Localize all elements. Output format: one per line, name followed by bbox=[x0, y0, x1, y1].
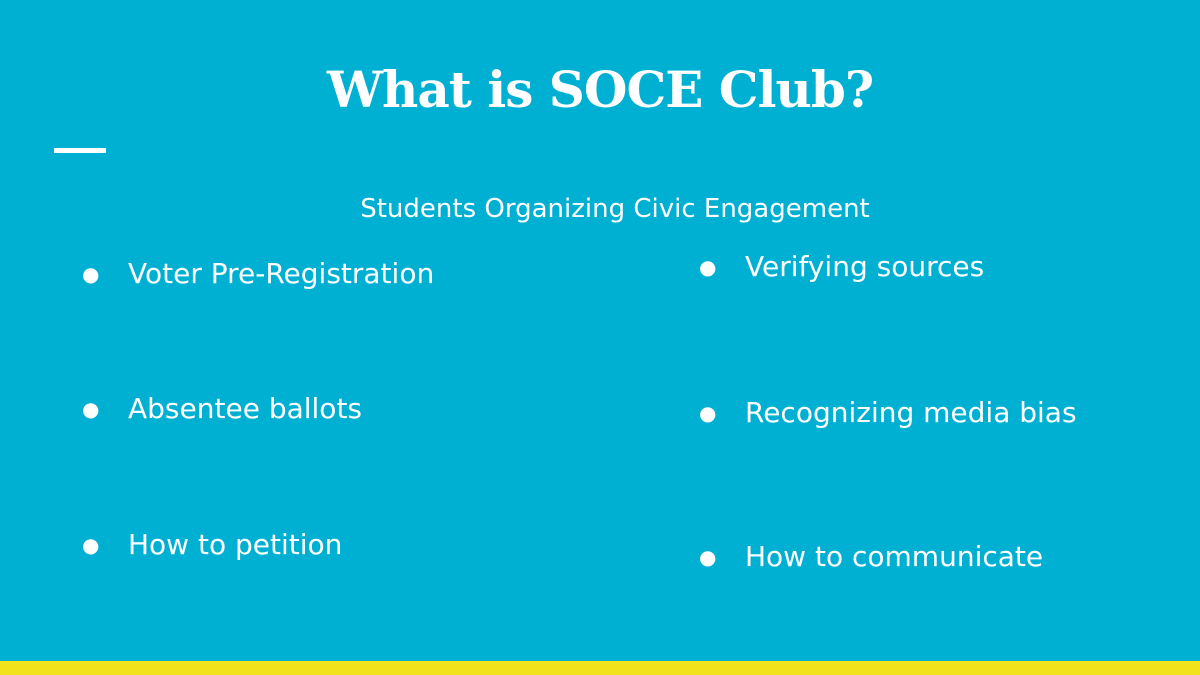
slide-title: What is SOCE Club? bbox=[326, 60, 874, 119]
bullet-text: Voter Pre-Registration bbox=[128, 257, 435, 290]
bullet-text: How to communicate bbox=[745, 540, 1044, 573]
bullet-dot-icon: ● bbox=[699, 545, 717, 569]
slide-subtitle: Students Organizing Civic Engagement bbox=[360, 194, 870, 224]
bullet-dot-icon: ● bbox=[82, 262, 100, 286]
bullet-text: Recognizing media bias bbox=[745, 396, 1077, 429]
bullet-dot-icon: ● bbox=[699, 255, 717, 279]
title-accent-rule bbox=[54, 148, 106, 153]
slide: What is SOCE Club? Students Organizing C… bbox=[0, 0, 1200, 675]
bullet-text: Verifying sources bbox=[745, 250, 985, 283]
bullet-text: How to petition bbox=[128, 528, 343, 561]
bottom-accent-band bbox=[0, 661, 1200, 675]
bullet-dot-icon: ● bbox=[82, 533, 100, 557]
bullet-dot-icon: ● bbox=[82, 397, 100, 421]
bullet-dot-icon: ● bbox=[699, 401, 717, 425]
bullet-text: Absentee ballots bbox=[128, 392, 363, 425]
